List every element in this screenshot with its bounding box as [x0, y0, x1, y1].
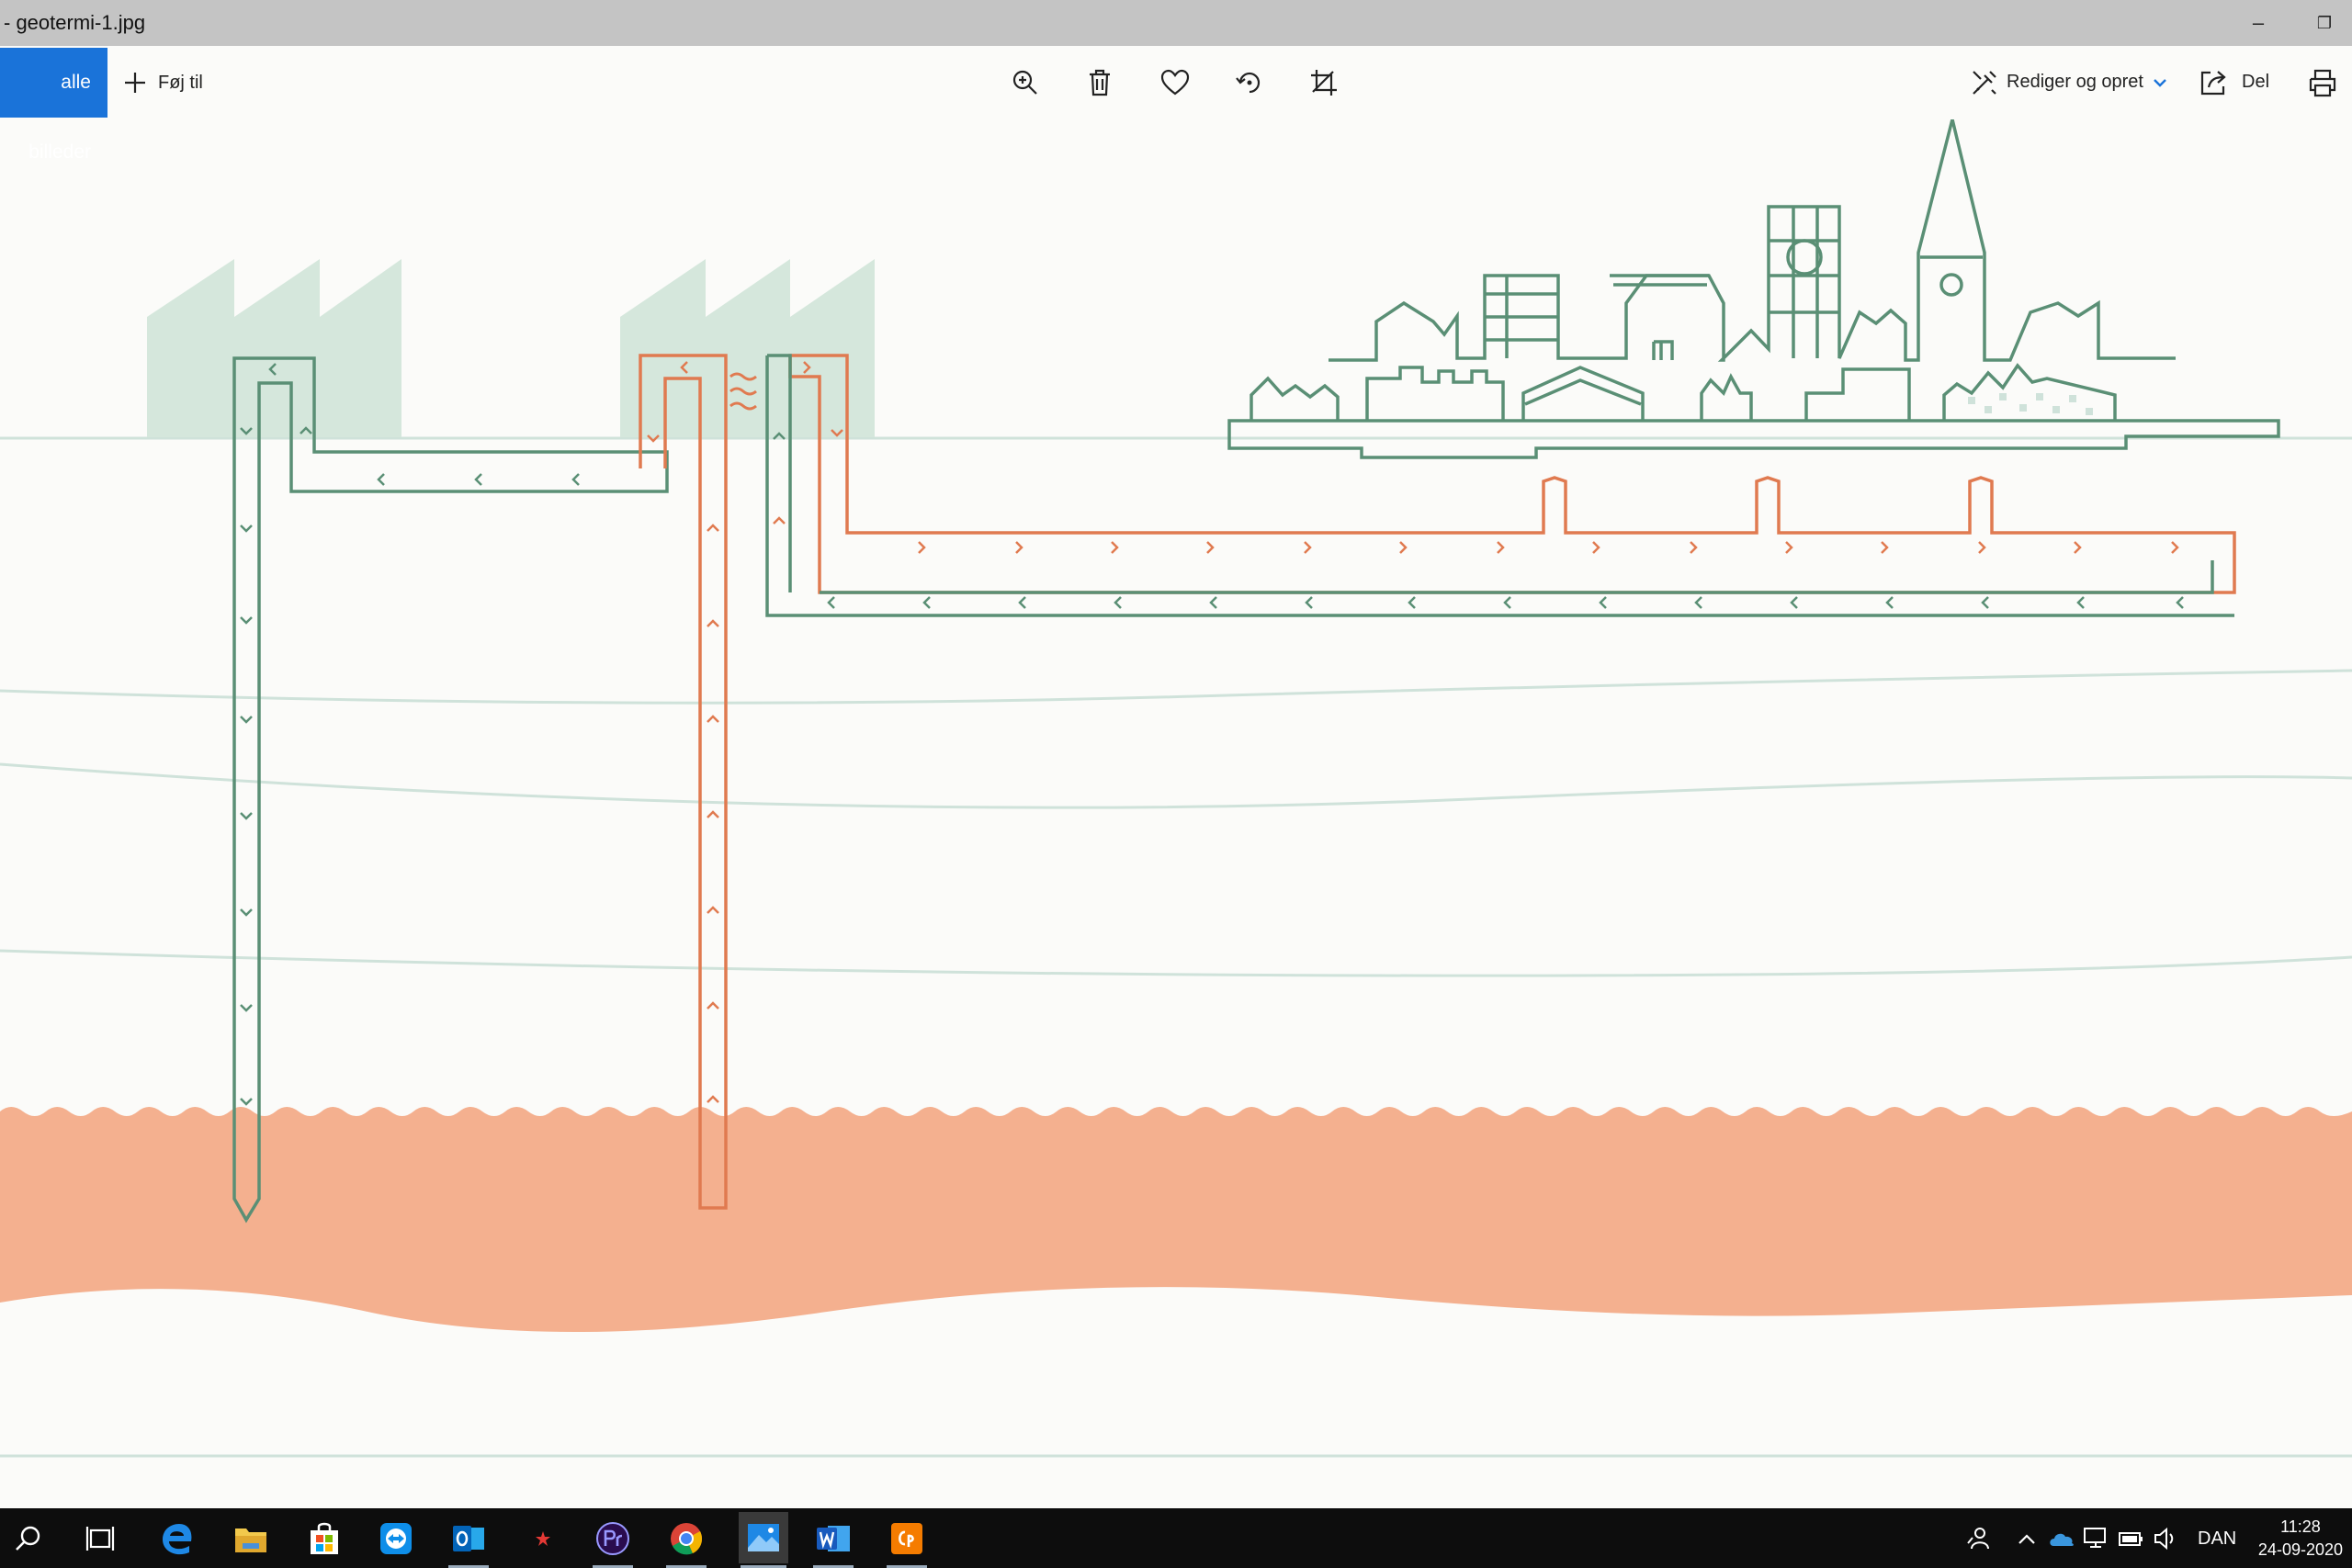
crop-icon: [1311, 70, 1337, 96]
favorite-button[interactable]: [1157, 64, 1193, 101]
taskbar-task-view[interactable]: [79, 1517, 121, 1560]
chrome-icon: [671, 1523, 703, 1555]
taskbar-search[interactable]: [7, 1517, 50, 1560]
taskbar-photos[interactable]: [739, 1512, 788, 1563]
share-label[interactable]: Del: [2242, 72, 2269, 93]
district-heating-supply-pipe: [788, 354, 2236, 594]
taskbar-premiere[interactable]: [592, 1517, 634, 1560]
city-skyline: [1227, 119, 2280, 459]
print-button[interactable]: [2304, 64, 2341, 101]
people-icon: [1967, 1528, 1989, 1550]
taskbar-outlook[interactable]: [447, 1517, 490, 1560]
photos-icon: [748, 1524, 779, 1551]
rotate-icon: [1236, 72, 1261, 94]
file-explorer-icon: [235, 1529, 266, 1552]
production-well-pipe: [639, 354, 728, 1210]
taskbar-word[interactable]: [812, 1517, 854, 1560]
minimize-button[interactable]: –: [2240, 7, 2277, 39]
print-icon: [2309, 69, 2336, 97]
chevron-down-icon: [2154, 79, 2166, 87]
crop-button[interactable]: [1306, 64, 1342, 101]
volume-icon: [2154, 1527, 2174, 1551]
captivate-icon: [891, 1523, 922, 1554]
network-icon: [2084, 1528, 2106, 1548]
geothermal-diagram-image: [0, 119, 2352, 1458]
edit-create-icon: [1973, 71, 1996, 95]
edit-create-dropdown[interactable]: [2146, 64, 2174, 101]
star-app-icon: [536, 1531, 550, 1546]
flow-arrows: [240, 361, 2184, 1106]
tray-people[interactable]: [1957, 1517, 1999, 1560]
tray-show-hidden[interactable]: [2010, 1517, 2043, 1560]
search-icon: [16, 1526, 40, 1551]
clock-time: 11:28: [2280, 1517, 2321, 1536]
all-photos-button[interactable]: alle billeder: [0, 48, 107, 163]
taskbar-file-explorer[interactable]: [230, 1517, 272, 1560]
tray-clock[interactable]: 11:28 24-09-2020: [2258, 1516, 2343, 1562]
window-title: - geotermi-1.jpg: [4, 11, 146, 34]
add-to-button[interactable]: Føj til: [123, 66, 203, 99]
windows-taskbar: DAN 11:28 24-09-2020: [0, 1508, 2352, 1568]
heart-icon: [1160, 69, 1190, 96]
restore-icon: ❐: [2316, 14, 2333, 32]
tray-volume[interactable]: [2150, 1517, 2183, 1560]
taskbar-captivate[interactable]: [886, 1517, 928, 1560]
restore-button[interactable]: ❐: [2306, 7, 2343, 39]
store-icon: [311, 1522, 338, 1554]
clock-date: 24-09-2020: [2257, 1540, 2343, 1559]
onedrive-icon: [2050, 1533, 2074, 1546]
outlook-icon: [453, 1526, 484, 1551]
share-icon: [2200, 71, 2226, 96]
taskbar-store[interactable]: [303, 1517, 345, 1560]
task-view-icon: [85, 1527, 115, 1551]
tray-network[interactable]: [2080, 1517, 2113, 1560]
skyline-windows: [1968, 393, 2093, 415]
factory-buildings: [147, 259, 875, 437]
teamviewer-icon: [380, 1523, 412, 1554]
edit-create-button[interactable]: [1966, 64, 2003, 101]
add-to-label: Føj til: [158, 72, 203, 93]
minimize-icon: –: [2252, 11, 2265, 34]
title-bar: - geotermi-1.jpg – ❐: [0, 0, 2352, 46]
plus-icon: [125, 73, 145, 93]
tray-onedrive[interactable]: [2045, 1517, 2078, 1560]
battery-icon: [2119, 1532, 2143, 1546]
share-button[interactable]: [2196, 64, 2233, 101]
delete-button[interactable]: [1081, 64, 1118, 101]
taskbar-chrome[interactable]: [665, 1517, 707, 1560]
tray-language[interactable]: DAN: [2198, 1529, 2236, 1550]
hot-rock-layer: [0, 1107, 2352, 1332]
zoom-button[interactable]: [1007, 64, 1044, 101]
zoom-in-icon: [1012, 70, 1037, 95]
taskbar-star-app[interactable]: [522, 1517, 564, 1560]
chevron-up-icon: [2018, 1534, 2035, 1544]
tray-battery[interactable]: [2115, 1517, 2148, 1560]
premiere-icon: [596, 1522, 629, 1555]
word-icon: [817, 1526, 850, 1551]
edge-icon: [163, 1524, 192, 1555]
district-heating-return-pipe: [765, 354, 2234, 617]
delete-icon: [1090, 69, 1110, 96]
taskbar-teamviewer[interactable]: [375, 1517, 417, 1560]
edit-create-label[interactable]: Rediger og opret: [2007, 72, 2143, 93]
taskbar-edge[interactable]: [156, 1517, 198, 1560]
injection-well-pipe: [232, 356, 669, 1224]
rotate-button[interactable]: [1231, 64, 1268, 101]
